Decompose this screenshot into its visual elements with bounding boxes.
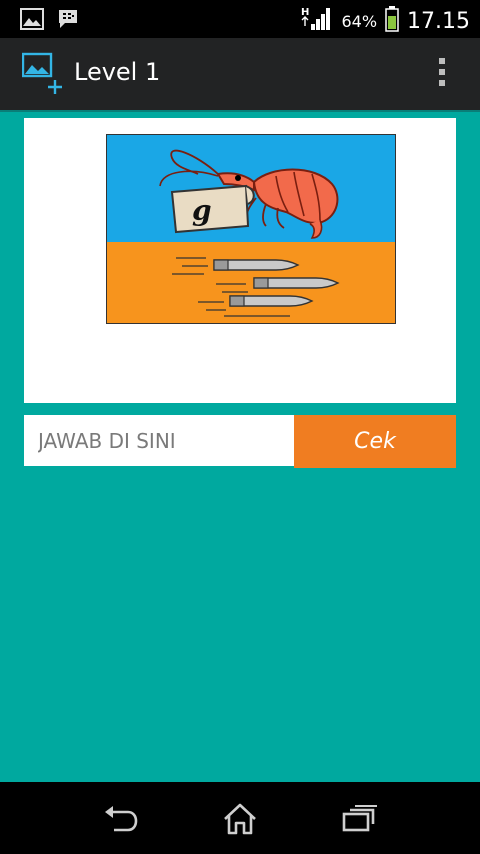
gallery-notification-icon	[20, 8, 44, 34]
signal-icon: H	[301, 6, 333, 36]
battery-percent: 64%	[341, 11, 378, 31]
check-button[interactable]: Cek	[294, 415, 456, 468]
recent-apps-icon[interactable]	[342, 802, 378, 838]
action-bar: Level 1	[0, 38, 480, 112]
home-icon[interactable]	[222, 802, 258, 840]
back-icon[interactable]	[102, 802, 138, 838]
clock: 17.15	[407, 8, 470, 34]
puzzle-letter: g	[192, 194, 212, 227]
overflow-menu-icon[interactable]	[438, 58, 446, 92]
letter-scroll: g	[170, 184, 255, 234]
battery-icon	[385, 6, 399, 36]
puzzle-image-card: g	[24, 118, 456, 403]
bbm-notification-icon	[56, 8, 80, 34]
answer-input[interactable]	[24, 415, 294, 466]
puzzle-image: g	[106, 134, 396, 324]
status-bar: H 64% 17.15	[0, 0, 480, 38]
page-title: Level 1	[74, 58, 161, 86]
navigation-bar	[0, 782, 480, 854]
answer-row: Cek	[24, 415, 456, 468]
add-image-icon[interactable]	[21, 52, 66, 98]
